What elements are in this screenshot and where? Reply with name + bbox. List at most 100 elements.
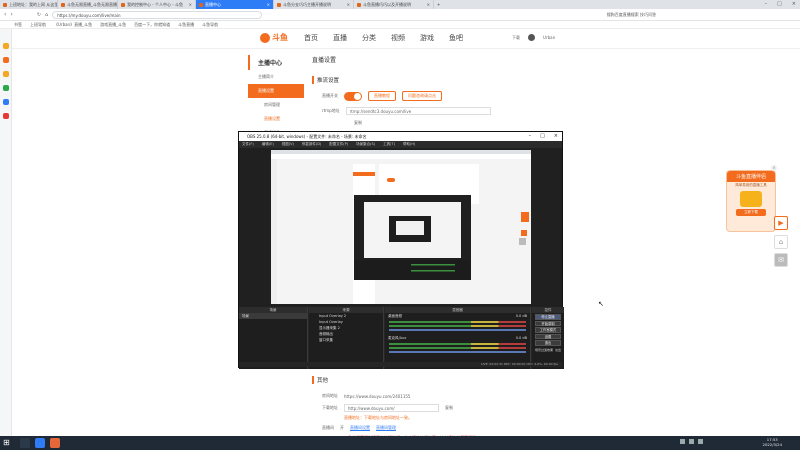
download-field[interactable]: http://www.douyu.com/ [344, 404, 439, 412]
nav-item[interactable]: 视频 [391, 33, 405, 43]
sidebar-app-icon[interactable] [3, 43, 9, 49]
stop-streaming-button[interactable]: 停止直播 [535, 314, 561, 320]
back-icon[interactable]: ‹ [4, 11, 6, 18]
nav-item[interactable]: 鱼吧 [449, 33, 463, 43]
browser-tab[interactable]: 斗鱼无限直播_斗鱼无限直播官网× [58, 0, 118, 9]
obs-window-controls: – □ × [529, 132, 558, 141]
nav-item[interactable]: 游戏 [420, 33, 434, 43]
sidebar-app-icon[interactable] [3, 85, 9, 91]
download-copy-button[interactable]: 复制 [445, 405, 453, 411]
home-icon[interactable]: ⌂ [774, 235, 788, 249]
tutorial-button[interactable]: 直播教程 [368, 91, 396, 101]
nav-item[interactable]: 分类 [362, 33, 376, 43]
room-settings-link[interactable]: 直播间设置 [350, 425, 370, 431]
bookmark-item[interactable]: 上班导航 [30, 22, 46, 28]
obs-menu-item[interactable]: 帮助(H) [403, 141, 415, 148]
obs-menu-item[interactable]: 工具(T) [383, 141, 395, 148]
live-toggle[interactable] [344, 91, 362, 101]
sidebar-app-icon[interactable] [3, 71, 9, 77]
consult-button[interactable]: 问题咨询请点击 [402, 91, 442, 101]
home-icon[interactable]: ⌂ [45, 12, 48, 18]
rtmp-field[interactable]: rtmp://sendtc3.douyu.com/live [345, 107, 491, 115]
windows-start-icon[interactable]: ⊞ [3, 439, 11, 447]
room-url[interactable]: https://www.douyu.com/2401155 [344, 394, 410, 399]
source-item[interactable]: 窗口采集 [309, 337, 383, 343]
bookmark-item[interactable]: 百度一下，你就知道 [134, 22, 170, 28]
close-icon[interactable]: × [792, 0, 796, 9]
browser-tab[interactable]: 斗鱼直播巧巧以及开播说明 × [354, 0, 434, 9]
sidebar-app-icon[interactable] [3, 99, 9, 105]
transition-value[interactable]: 淡出 [555, 348, 561, 352]
room-manage-link[interactable]: 直播间管理 [376, 425, 396, 431]
volume-slider[interactable] [389, 329, 526, 331]
obs-preview[interactable] [271, 150, 531, 304]
volume-icon[interactable] [689, 439, 694, 444]
new-tab-button[interactable]: + [434, 0, 446, 9]
refresh-icon[interactable]: ↻ [37, 12, 41, 18]
obs-menu-item[interactable]: 文件(F) [242, 141, 254, 148]
bookmark-item[interactable]: 《Urban》直播_斗鱼 [54, 22, 92, 28]
obs-menu-item[interactable]: 配置文件(P) [329, 141, 348, 148]
promo-download-button[interactable]: 立即下载 [736, 209, 766, 216]
sidebar-app-icon[interactable] [3, 57, 9, 63]
mixer-name: 桌面音频 [388, 314, 402, 318]
menu-item-profile[interactable]: 主播简介 [248, 70, 304, 84]
avatar[interactable] [528, 34, 535, 41]
minimize-icon[interactable]: – [529, 132, 532, 141]
nav-item[interactable]: 首页 [304, 33, 318, 43]
search-icon[interactable] [20, 438, 30, 448]
obs-menu-item[interactable]: 停靠部件(D) [302, 141, 321, 148]
obs-menu-item[interactable]: 场景集合(S) [356, 141, 375, 148]
url-input[interactable]: https://my.douyu.com/live/main [52, 10, 263, 19]
start-recording-button[interactable]: 开始录制 [535, 320, 561, 326]
obs-menu-item[interactable]: 视图(V) [282, 141, 294, 148]
play-icon[interactable]: ▶ [774, 216, 788, 230]
browser-tab[interactable]: 我的控制中心 - 个人中心 - 斗鱼 × [118, 0, 196, 9]
favicon-icon [3, 2, 7, 7]
scene-item[interactable]: 场景 [239, 313, 307, 319]
search-suggestion[interactable]: 搜狗百度直播搜索 技巧问答 [607, 12, 656, 18]
submenu-item-live[interactable]: 直播设置 [248, 112, 304, 126]
obs-taskbar-icon[interactable] [50, 438, 60, 448]
settings-button[interactable]: 设置 [535, 333, 561, 339]
exit-button[interactable]: 退出 [535, 340, 561, 346]
close-icon[interactable]: × [427, 0, 430, 9]
toggle-label: 直播开关 [322, 93, 338, 98]
network-icon[interactable] [680, 439, 685, 444]
bookmark-item[interactable]: 书签 [14, 22, 22, 28]
minimize-icon[interactable]: – [765, 0, 768, 9]
close-icon[interactable]: × [267, 0, 270, 9]
taskbar-clock[interactable]: 17:53 2022/3/24 [763, 437, 782, 447]
nav-item[interactable]: 直播 [333, 33, 347, 43]
bookmark-item[interactable]: 游戏直播_斗鱼 [100, 22, 126, 28]
close-icon[interactable]: × [554, 132, 558, 141]
bookmark-item[interactable]: 斗鱼直播 [178, 22, 194, 28]
page-title: 直播设置 [312, 57, 337, 64]
ime-icon[interactable] [698, 439, 703, 444]
download-link[interactable]: 下载 [512, 35, 520, 41]
bookmark-item[interactable]: 斗鱼导航 [202, 22, 218, 28]
menu-item-live-settings[interactable]: 直播设置 [248, 84, 304, 98]
browser-tab[interactable]: 斗鱼分支巧巧主播开播说明 × [274, 0, 354, 9]
submenu-item-room[interactable]: 房间管理 [248, 98, 304, 112]
studio-mode-button[interactable]: 工作室模式 [535, 327, 561, 333]
browser-taskbar-icon[interactable] [35, 438, 45, 448]
browser-tab[interactable]: 上班地址：我的上网 从这里开始× [0, 0, 58, 9]
feedback-icon[interactable]: ✉ [774, 253, 788, 267]
close-icon[interactable]: × [347, 0, 350, 9]
douyu-logo[interactable]: 斗鱼 [260, 32, 288, 43]
sidebar-app-icon[interactable] [3, 113, 9, 119]
username[interactable]: Urban [543, 35, 555, 40]
copy-button[interactable]: 复制 [354, 120, 362, 126]
volume-slider[interactable] [389, 351, 526, 353]
promo-panel[interactable]: 斗鱼直播伴侣 简单易用的直播工具 立即下载 [726, 170, 776, 232]
browser-tab-bar: 上班地址：我的上网 从这里开始× 斗鱼无限直播_斗鱼无限直播官网× 我的控制中心… [0, 0, 800, 9]
maximize-icon[interactable]: □ [777, 0, 782, 9]
obs-menu-item[interactable]: 编辑(E) [262, 141, 274, 148]
close-icon[interactable]: × [771, 165, 777, 171]
windows-taskbar: ⊞ 17:53 2022/3/24 [0, 436, 800, 450]
close-icon[interactable]: × [189, 0, 192, 9]
forward-icon[interactable]: › [10, 11, 12, 18]
browser-tab-active[interactable]: 直播中心 × [196, 0, 274, 9]
maximize-icon[interactable]: □ [540, 132, 545, 141]
